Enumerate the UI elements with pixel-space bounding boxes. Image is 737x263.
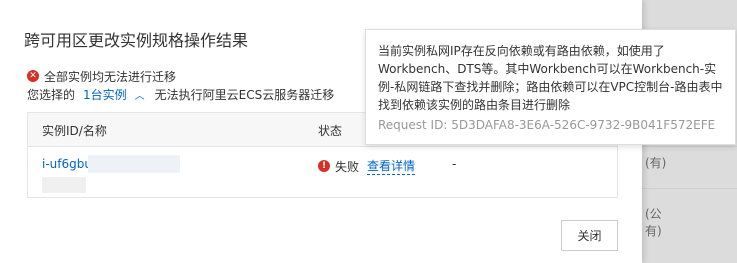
background-divider (640, 188, 737, 189)
error-detail-tooltip: 当前实例私网IP存在反向依赖或有路由依赖，如使用了Workbench、DTS等。… (365, 29, 736, 145)
selected-note: 无法执行阿里云ECS云服务器迁移 (154, 87, 335, 102)
table-row: i-uf6gbu ! 失败 查看详情 - (28, 147, 617, 199)
background-label: (公 (645, 207, 662, 221)
tooltip-request-id: Request ID: 5D3DAFA8-3E6A-526C-9732-9B04… (378, 118, 716, 132)
error-icon: ✕ (27, 70, 39, 82)
selected-instances-line: 您选择的 1台实例 ︿ 无法执行阿里云ECS云服务器迁移 (27, 86, 334, 102)
status-text: 失败 (335, 159, 360, 174)
selected-prefix: 您选择的 (27, 87, 76, 102)
background-label: 有) (645, 224, 662, 238)
dialog-title: 跨可用区更改实例规格操作结果 (24, 31, 249, 50)
redacted-block (42, 177, 86, 193)
instance-id-link[interactable]: i-uf6gbu (42, 157, 92, 171)
chevron-up-icon[interactable]: ︿ (135, 87, 145, 102)
column-header-instance: 实例ID/名称 (42, 124, 107, 138)
background-divider (640, 146, 737, 147)
redacted-block (88, 155, 180, 173)
extra-cell: - (452, 157, 457, 171)
column-header-status: 状态 (318, 124, 343, 138)
summary-text: 全部实例均无法进行迁移 (44, 69, 177, 84)
selected-count-link[interactable]: 1台实例 (83, 86, 127, 103)
background-label: (有) (645, 156, 667, 170)
tooltip-message: 当前实例私网IP存在反向依赖或有路由依赖，如使用了Workbench、DTS等。… (378, 44, 723, 112)
close-button[interactable]: 关闭 (561, 220, 618, 251)
view-details-link[interactable]: 查看详情 (367, 157, 416, 175)
status-cell: ! 失败 查看详情 (318, 157, 416, 175)
error-icon: ! (318, 160, 330, 172)
summary-message: ✕ 全部实例均无法进行迁移 (27, 68, 176, 84)
